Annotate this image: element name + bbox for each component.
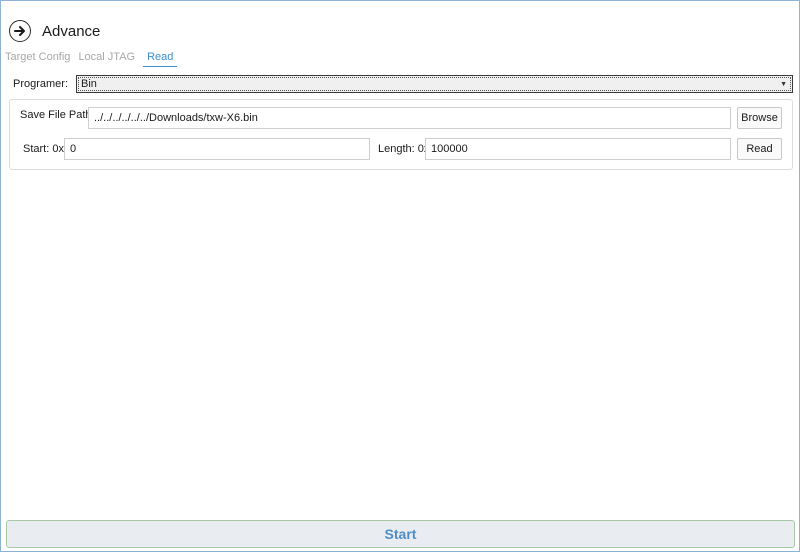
page-title: Advance — [42, 22, 101, 40]
tab-read[interactable]: Read — [143, 51, 178, 67]
start-address-input[interactable]: 0 — [64, 138, 370, 160]
programmer-select[interactable]: Bin ▼ — [76, 75, 793, 93]
tab-bar: Target Config Local JTAG Read — [5, 51, 185, 67]
header: Advance — [9, 19, 100, 43]
chevron-down-icon: ▼ — [780, 80, 787, 88]
length-label: Length: 0x — [378, 143, 430, 155]
browse-button[interactable]: Browse — [737, 107, 782, 129]
read-panel: Save File Path: ../../../../../../Downlo… — [9, 99, 793, 170]
programmer-label: Programer: — [13, 78, 69, 90]
tab-target-config[interactable]: Target Config — [5, 51, 70, 67]
programmer-value: Bin — [81, 78, 97, 90]
save-path-label: Save File Path: — [20, 109, 95, 121]
arrow-right-circle-icon — [14, 26, 25, 36]
back-button[interactable] — [9, 20, 31, 42]
programmer-row: Programer: Bin ▼ — [13, 75, 793, 93]
tab-local-jtag[interactable]: Local JTAG — [78, 51, 135, 67]
start-address-label: Start: 0x — [23, 143, 64, 155]
start-button[interactable]: Start — [6, 520, 795, 548]
save-path-input[interactable]: ../../../../../../Downloads/txw-X6.bin — [88, 107, 731, 129]
length-input[interactable]: 100000 — [425, 138, 731, 160]
read-button[interactable]: Read — [737, 138, 782, 160]
